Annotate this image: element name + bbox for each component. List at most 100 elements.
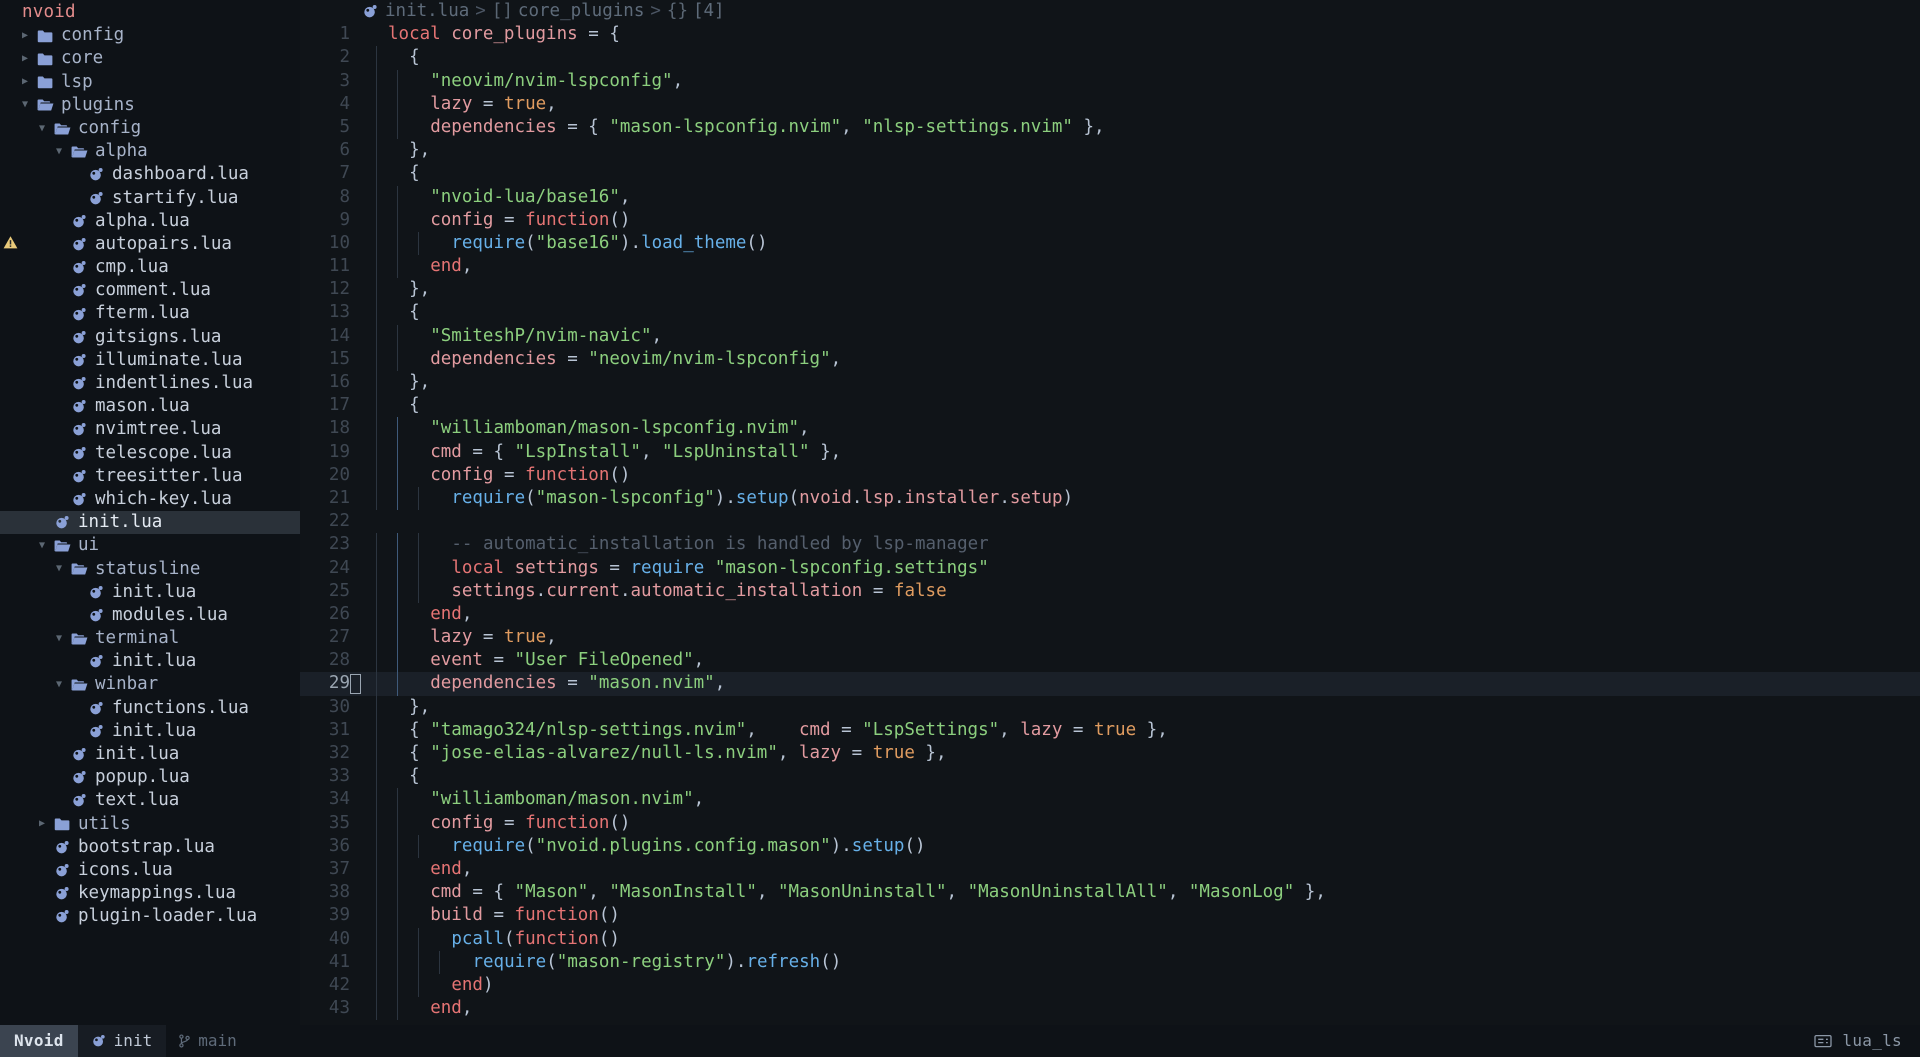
tree-file-nvimtree-lua[interactable]: nvimtree.lua [0,418,300,441]
tree-file-comment-lua[interactable]: comment.lua [0,279,300,302]
tree-file-which-key-lua[interactable]: which-key.lua [0,488,300,511]
file-tree[interactable]: ▶ config ▶ core ▶ lsp ▼ plugins ▼ config ▼ alpha das… [0,24,300,928]
code-line[interactable]: 19 cmd = { "LspInstall", "LspUninstall" }… [300,440,1920,464]
tree-folder-utils[interactable]: ▶ utils [0,813,300,836]
status-file[interactable]: init [77,1025,167,1057]
status-branch[interactable]: main [166,1029,249,1052]
code-line[interactable]: 42 end) [300,973,1920,998]
tree-file-fterm-lua[interactable]: fterm.lua [0,302,300,325]
tree-file-gitsigns-lua[interactable]: gitsigns.lua [0,326,300,349]
code-line[interactable]: 40 pcall(function() [300,927,1920,951]
code-line[interactable]: 29 dependencies = "mason.nvim", [300,672,1920,696]
code-line[interactable]: 7{ [300,162,1920,186]
chevron-right-icon[interactable]: ▶ [22,77,36,87]
code-line[interactable]: 13 { [300,301,1920,325]
chevron-down-icon[interactable]: ▼ [56,680,70,690]
tree-folder-plugins[interactable]: ▼ plugins [0,94,300,117]
code-line[interactable]: 30}, [300,695,1920,719]
code-line[interactable]: 23 -- automatic_installation is handled b… [300,533,1920,557]
chevron-down-icon[interactable]: ▼ [22,100,36,110]
code-line[interactable]: 6}, [300,139,1920,163]
tree-file-telescope-lua[interactable]: telescope.lua [0,442,300,465]
tree-file-functions-lua[interactable]: functions.lua [0,697,300,720]
chevron-right-icon[interactable]: ▶ [22,53,36,64]
code-line[interactable]: 14 "SmiteshP/nvim-navic", [300,324,1920,348]
tree-file-init-lua[interactable]: init.lua [0,581,300,604]
tree-file-popup-lua[interactable]: popup.lua [0,766,300,789]
breadcrumb-symbol-core-plugins[interactable]: core_plugins [518,0,644,23]
tree-file-keymappings-lua[interactable]: keymappings.lua [0,882,300,905]
code-line[interactable]: 9 config = function() [300,208,1920,232]
code-line[interactable]: 1 local core_plugins = { [300,23,1920,46]
chevron-down-icon[interactable]: ▼ [56,146,70,157]
code-line[interactable]: 37 end, [300,857,1920,882]
code-line[interactable]: 11 end, [300,255,1920,279]
code-line[interactable]: 12}, [300,278,1920,302]
tree-file-mason-lua[interactable]: mason.lua [0,395,300,418]
code-line[interactable]: 28 event = "User FileOpened", [300,649,1920,673]
code-line[interactable]: 3 "neovim/nvim-lspconfig", [300,69,1920,93]
code-line[interactable]: 8 "nvoid-lua/base16", [300,185,1920,209]
breadcrumb-symbol-index[interactable]: [4] [693,0,725,23]
code-line[interactable]: 32 { "jose-elias-alvarez/null-ls.nvim", l… [300,742,1920,766]
chevron-down-icon[interactable]: ▼ [56,633,70,644]
chevron-down-icon[interactable]: ▼ [39,123,53,134]
tree-folder-config[interactable]: ▼ config [0,117,300,140]
tree-folder-winbar[interactable]: ▼ winbar [0,673,300,696]
code-editor[interactable]: init.lua > [] core_plugins > {} [4] 1 loc… [300,0,1920,1025]
breadcrumb-file[interactable]: init.lua [385,0,469,23]
tree-file-startify-lua[interactable]: startify.lua [0,187,300,210]
status-mode[interactable]: Nvoid [0,1025,78,1057]
tree-file-init-lua[interactable]: init.lua [0,743,300,766]
code-line[interactable]: 25 settings.current.automatic_installatio… [300,579,1920,603]
code-line[interactable]: 41 require("mason-registry").refresh() [300,950,1920,974]
tree-file-treesitter-lua[interactable]: treesitter.lua [0,465,300,488]
code-line[interactable]: 43 end, [300,997,1920,1021]
tree-file-bootstrap-lua[interactable]: bootstrap.lua [0,836,300,859]
tree-file-plugin-loader-lua[interactable]: plugin-loader.lua [0,905,300,928]
code-line[interactable]: 10 require("base16").load_theme() [300,231,1920,256]
code-line[interactable]: 2{ [300,46,1920,70]
tree-folder-statusline[interactable]: ▼ statusline [0,558,300,581]
tree-file-modules-lua[interactable]: modules.lua [0,604,300,627]
file-explorer[interactable]: nvoid ▶ config ▶ core ▶ lsp ▼ plugins ▼ config ▼ al… [0,0,300,1025]
chevron-down-icon[interactable]: ▼ [56,564,70,574]
code-buffer[interactable]: 1 local core_plugins = {2{3 "neovim/nvim-l… [300,23,1920,1021]
tree-file-autopairs-lua[interactable]: autopairs.lua [0,233,300,256]
tree-folder-core[interactable]: ▶ core [0,47,300,70]
code-line[interactable]: 5 dependencies = { "mason-lspconfig.nvim"… [300,115,1920,140]
code-line[interactable]: 33 { [300,765,1920,789]
tree-file-init-lua[interactable]: init.lua [0,650,300,673]
tree-file-dashboard-lua[interactable]: dashboard.lua [0,163,300,186]
tree-file-illuminate-lua[interactable]: illuminate.lua [0,349,300,372]
tree-folder-config[interactable]: ▶ config [0,24,300,47]
code-line[interactable]: 18 "williamboman/mason-lspconfig.nvim", [300,417,1920,441]
code-line[interactable]: 36 require("nvoid.plugins.config.mason").… [300,834,1920,858]
code-line[interactable]: 17 { [300,394,1920,418]
code-line[interactable]: 15 dependencies = "neovim/nvim-lspconfig"… [300,347,1920,372]
code-line[interactable]: 22 [300,510,1920,533]
code-line[interactable]: 34 "williamboman/mason.nvim", [300,788,1920,812]
tree-folder-alpha[interactable]: ▼ alpha [0,140,300,163]
tree-file-cmp-lua[interactable]: cmp.lua [0,256,300,279]
tree-file-alpha-lua[interactable]: alpha.lua [0,210,300,233]
code-line[interactable]: 20 config = function() [300,463,1920,487]
chevron-down-icon[interactable]: ▼ [39,540,53,551]
tree-folder-terminal[interactable]: ▼ terminal [0,627,300,650]
code-line[interactable]: 24 local settings = require "mason-lspcon… [300,556,1920,580]
tree-file-init-lua[interactable]: init.lua [0,720,300,743]
tree-folder-lsp[interactable]: ▶ lsp [0,71,300,94]
code-line[interactable]: 38 cmd = { "Mason", "MasonInstall", "Maso… [300,881,1920,905]
chevron-right-icon[interactable]: ▶ [22,30,36,41]
code-line[interactable]: 35 config = function() [300,811,1920,835]
tree-file-init-lua[interactable]: init.lua [0,511,300,535]
code-line[interactable]: 16}, [300,371,1920,395]
tree-file-icons-lua[interactable]: icons.lua [0,859,300,882]
code-line[interactable]: 31 { "tamago324/nlsp-settings.nvim", cmd … [300,718,1920,743]
tree-folder-ui[interactable]: ▼ ui [0,534,300,557]
chevron-right-icon[interactable]: ▶ [39,819,53,829]
code-line[interactable]: 27 lazy = true, [300,626,1920,650]
status-right[interactable]: lua_ls [1814,1029,1920,1052]
code-line[interactable]: 39 build = function() [300,904,1920,928]
code-line[interactable]: 4 lazy = true, [300,92,1920,116]
